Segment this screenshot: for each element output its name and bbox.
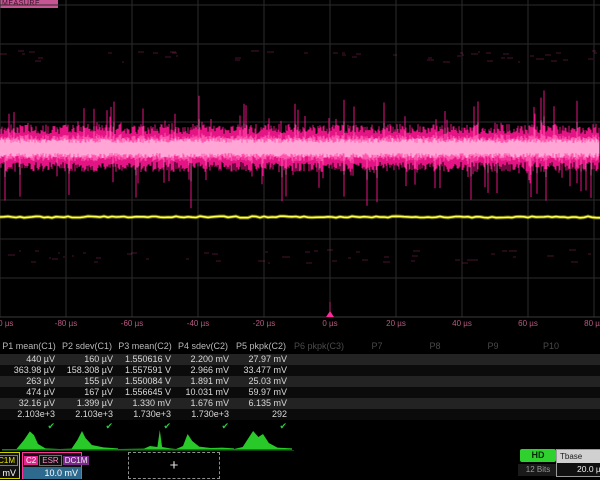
- table-row: 32.16 µV1.399 µV1.330 mV1.676 mV6.135 mV: [0, 398, 600, 409]
- table-cell: 33.477 mV: [234, 365, 292, 376]
- table-cell: 1.730e+3: [176, 409, 234, 420]
- c1-coupling-badge: DC1M: [0, 455, 18, 466]
- table-cell: 2.103e+3: [2, 409, 60, 420]
- histicon-baseline: [2, 450, 294, 451]
- time-tick-label: -60 µs: [121, 319, 143, 328]
- time-tick-label: 80 µs: [584, 319, 600, 328]
- table-cell: 263 µV: [2, 376, 60, 387]
- table-cell: 1.556645 V: [118, 387, 176, 398]
- histicon: [60, 429, 118, 450]
- table-cell: 1.550084 V: [118, 376, 176, 387]
- param-header-disabled[interactable]: P8: [406, 341, 464, 354]
- c2-descriptor[interactable]: C2 ESR DC1M 10.0 mV: [22, 452, 82, 479]
- hd-mode-badge[interactable]: HD: [520, 449, 556, 462]
- histicon: [176, 429, 234, 450]
- table-cell: 363.98 µV: [2, 365, 60, 376]
- param-header-disabled[interactable]: P6 pkpk(C3): [290, 341, 348, 354]
- table-cell: 27.97 mV: [234, 354, 292, 365]
- table-cell: 25.03 mV: [234, 376, 292, 387]
- table-cell: 2.200 mV: [176, 354, 234, 365]
- table-row: 2.103e+32.103e+31.730e+31.730e+3292: [0, 409, 600, 420]
- table-cell: 155 µV: [60, 376, 118, 387]
- param-header[interactable]: P3 mean(C2): [116, 341, 174, 354]
- time-tick-label: 60 µs: [518, 319, 538, 328]
- histicon: [234, 429, 292, 450]
- c2-label: C2: [24, 456, 38, 465]
- param-header[interactable]: P1 mean(C1): [0, 341, 58, 354]
- c2-coupling-badge: DC1M: [63, 456, 90, 465]
- param-header[interactable]: P2 sdev(C1): [58, 341, 116, 354]
- table-cell: 1.557591 V: [118, 365, 176, 376]
- c1-scale: 10.0 mV: [0, 467, 19, 479]
- time-tick-label: -20 µs: [253, 319, 275, 328]
- param-header[interactable]: P4 sdev(C2): [174, 341, 232, 354]
- hd-bits-label: 12 Bits: [518, 464, 558, 476]
- table-cell: 1.550616 V: [118, 354, 176, 365]
- table-cell: 1.730e+3: [118, 409, 176, 420]
- table-cell: 1.891 mV: [176, 376, 234, 387]
- histicon: [118, 429, 176, 450]
- c1-descriptor[interactable]: C1 DC1M 10.0 mV: [0, 452, 20, 479]
- time-tick-label: 0 µs: [322, 319, 337, 328]
- table-cell: 2.966 mV: [176, 365, 234, 376]
- c2-esr-badge: ESR: [39, 455, 61, 466]
- table-cell: 10.031 mV: [176, 387, 234, 398]
- table-cell: 1.330 mV: [118, 398, 176, 409]
- time-tick-label: -100 µs: [0, 319, 13, 328]
- table-row: 474 µV167 µV1.556645 V10.031 mV59.97 mV: [0, 387, 600, 398]
- add-trace-button[interactable]: +: [128, 452, 220, 479]
- table-cell: 160 µV: [60, 354, 118, 365]
- time-tick-label: -40 µs: [187, 319, 209, 328]
- table-cell: 2.103e+3: [60, 409, 118, 420]
- param-header-disabled[interactable]: P11: [580, 341, 600, 354]
- table-cell: 6.135 mV: [234, 398, 292, 409]
- table-row: 363.98 µV158.308 µV1.557591 V2.966 mV33.…: [0, 365, 600, 376]
- table-cell: 474 µV: [2, 387, 60, 398]
- param-header[interactable]: P5 pkpk(C2): [232, 341, 290, 354]
- table-row: 440 µV160 µV1.550616 V2.200 mV27.97 mV: [0, 354, 600, 365]
- time-axis: -100 µs -80 µs -60 µs -40 µs -20 µs 0 µs 20 µs…: [0, 318, 600, 332]
- table-row: 263 µV155 µV1.550084 V1.891 mV25.03 mV: [0, 376, 600, 387]
- timebase-value: 20.0 µs: [557, 463, 600, 476]
- c2-scale: 10.0 mV: [23, 467, 81, 479]
- measure-table-header-row: P1 mean(C1)P2 sdev(C1)P3 mean(C2)P4 sdev…: [0, 341, 600, 354]
- histicon: [2, 429, 60, 450]
- table-cell: 1.676 mV: [176, 398, 234, 409]
- param-header-disabled[interactable]: P7: [348, 341, 406, 354]
- time-tick-label: -80 µs: [55, 319, 77, 328]
- table-cell: 1.399 µV: [60, 398, 118, 409]
- timebase-descriptor[interactable]: Tbase 20.0 µs: [556, 449, 600, 477]
- time-tick-label: 20 µs: [386, 319, 406, 328]
- time-tick-label: 40 µs: [452, 319, 472, 328]
- timebase-label: Tbase: [557, 450, 600, 463]
- measure-table-body: 440 µV160 µV1.550616 V2.200 mV27.97 mV36…: [0, 354, 600, 420]
- table-cell: 167 µV: [60, 387, 118, 398]
- table-cell: 158.308 µV: [60, 365, 118, 376]
- table-cell: 32.16 µV: [2, 398, 60, 409]
- measure-table[interactable]: P1 mean(C1)P2 sdev(C1)P3 mean(C2)P4 sdev…: [0, 341, 600, 432]
- table-cell: 440 µV: [2, 354, 60, 365]
- param-header-disabled[interactable]: P10: [522, 341, 580, 354]
- trigger-marker-icon[interactable]: [326, 311, 334, 317]
- waveform-display[interactable]: [0, 0, 600, 318]
- table-cell: 292: [234, 409, 292, 420]
- param-header-disabled[interactable]: P9: [464, 341, 522, 354]
- table-cell: 59.97 mV: [234, 387, 292, 398]
